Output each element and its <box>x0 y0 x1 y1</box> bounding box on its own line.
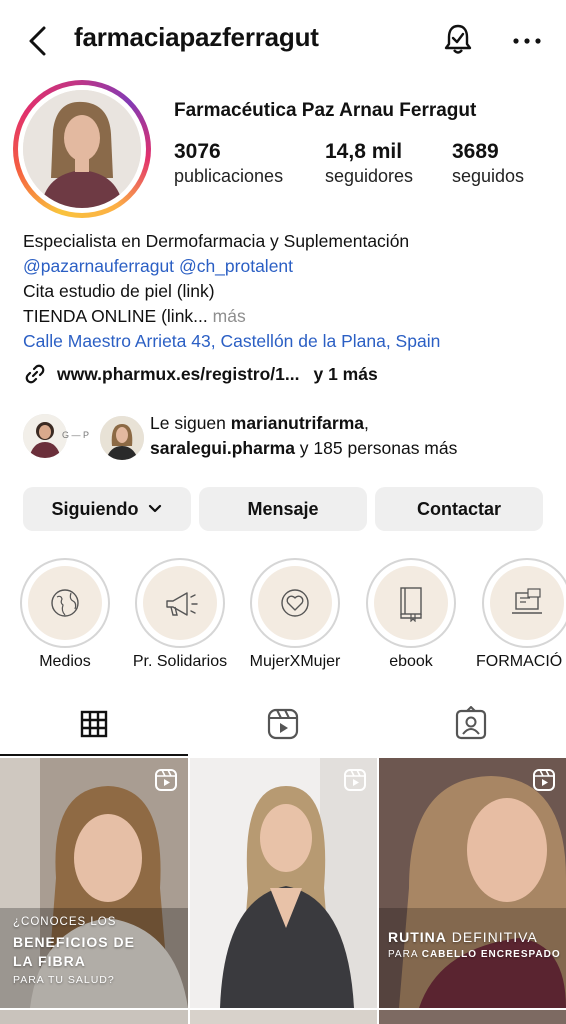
mutual-follower-avatar[interactable] <box>98 414 146 462</box>
back-arrow-icon[interactable] <box>22 24 56 58</box>
following-button-label: Siguiendo <box>51 498 139 519</box>
notification-bell-icon[interactable] <box>440 22 476 58</box>
post-caption-text: DEFINITIVA <box>446 929 538 945</box>
reel-icon <box>344 769 366 791</box>
bio-mentions: @pazarnauferragut @ch_protalent <box>23 254 293 279</box>
highlight-solidarios[interactable] <box>135 558 225 648</box>
website-more: y 1 más <box>313 363 378 384</box>
highlight-label: Medios <box>39 653 91 670</box>
highlight-label: FORMACIÓ <box>476 653 563 670</box>
followed-by-suffix: y 185 personas más <box>294 438 458 458</box>
link-icon <box>25 364 45 384</box>
highlight-medios[interactable] <box>20 558 110 648</box>
stat-value: 3689 <box>452 140 499 163</box>
post-caption: PARA TU SALUD? <box>13 974 115 986</box>
followers-count[interactable]: 14,8 mil seguidores <box>325 140 413 187</box>
active-tab-indicator <box>0 754 188 756</box>
following-count[interactable]: 3689 seguidos <box>452 140 524 187</box>
bio-line: Cita estudio de piel (link) <box>23 281 215 301</box>
contact-button[interactable]: Contactar <box>375 487 543 531</box>
mutual-avatar-caption: G — P <box>62 430 90 440</box>
highlight-label: ebook <box>389 653 433 670</box>
profile-username: farmaciapazferragut <box>74 22 319 52</box>
post-caption: ¿CONOCES LOS <box>13 916 117 928</box>
globe-icon <box>51 589 79 617</box>
megaphone-icon <box>166 592 198 616</box>
mutual-username: marianutrifarma <box>230 413 365 433</box>
reels-tab-icon[interactable] <box>265 706 301 742</box>
grid-tab-icon[interactable] <box>76 706 112 742</box>
mention-link[interactable]: @ch_protalent <box>179 256 293 276</box>
stat-label: seguidores <box>325 166 414 186</box>
highlight-label: MujerXMujer <box>249 653 341 670</box>
highlight-formacion[interactable] <box>482 558 566 648</box>
heart-circle-icon <box>281 589 309 617</box>
stat-label: seguidos <box>452 166 525 186</box>
post-caption-text: PARA <box>388 949 422 960</box>
followed-by-text[interactable]: Le siguen marianutrifarma, saralegui.pha… <box>150 411 457 461</box>
mention-link[interactable]: @pazarnauferragut <box>23 256 174 276</box>
tagged-tab-icon[interactable] <box>453 706 489 742</box>
book-icon <box>400 587 422 622</box>
bio-line: TIENDA ONLINE (link... más <box>23 304 246 329</box>
post-caption: PARA CABELLO ENCRESPADO <box>388 949 561 960</box>
profile-avatar <box>23 90 141 208</box>
followed-by-prefix: Le siguen <box>150 413 231 433</box>
highlight-ebook[interactable] <box>366 558 456 648</box>
address-link[interactable]: Calle Maestro Arrieta 43, Castellón de l… <box>23 329 440 354</box>
post-image <box>0 758 188 1008</box>
following-button[interactable]: Siguiendo <box>23 487 191 531</box>
story-ring[interactable] <box>13 80 151 218</box>
message-button[interactable]: Mensaje <box>199 487 367 531</box>
post-caption-bold: CABELLO ENCRESPADO <box>421 949 561 960</box>
reel-icon <box>533 769 555 791</box>
bio-text: TIENDA ONLINE (link... <box>23 306 208 326</box>
website-link[interactable]: www.pharmux.es/registro/1... y 1 más <box>23 362 378 386</box>
post-thumbnail[interactable] <box>190 758 377 1008</box>
more-options-icon[interactable] <box>510 26 544 56</box>
post-thumbnail[interactable]: RUTINA DEFINITIVA PARA CABELLO ENCRESPAD… <box>379 758 566 1008</box>
stat-value: 14,8 mil <box>325 140 403 163</box>
post-thumbnail-partial[interactable] <box>0 1010 188 1024</box>
stat-label: publicaciones <box>174 166 284 186</box>
post-caption: LA FIBRA <box>13 953 86 969</box>
posts-count[interactable]: 3076 publicaciones <box>174 140 283 187</box>
post-caption: BENEFICIOS DE <box>13 934 135 950</box>
highlight-mujerxmujer[interactable] <box>250 558 340 648</box>
post-thumbnail-partial[interactable] <box>190 1010 377 1024</box>
bio-line: Especialista en Dermofarmacia y Suplemen… <box>23 231 410 251</box>
profile-display-name: Farmacéutica Paz Arnau Ferragut <box>174 100 477 121</box>
reel-icon <box>155 769 177 791</box>
post-thumbnail[interactable]: ¿CONOCES LOS BENEFICIOS DE LA FIBRA PARA… <box>0 758 188 1008</box>
mutual-username: saralegui.pharma <box>150 438 295 458</box>
post-thumbnail-partial[interactable] <box>379 1010 566 1024</box>
mutual-follower-avatar[interactable] <box>23 414 67 458</box>
laptop-icon <box>512 588 542 614</box>
bio-more-link[interactable]: más <box>208 306 246 326</box>
post-image <box>379 758 566 1008</box>
chevron-down-icon <box>148 504 161 513</box>
post-caption: RUTINA DEFINITIVA <box>388 929 538 945</box>
stat-value: 3076 <box>174 140 221 163</box>
post-caption-bold: RUTINA <box>388 929 447 945</box>
highlight-label: Pr. Solidarios <box>132 653 228 670</box>
website-url: www.pharmux.es/registro/1... <box>57 363 300 384</box>
post-image <box>190 758 377 1008</box>
